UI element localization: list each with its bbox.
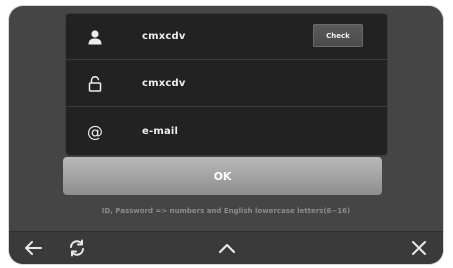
close-icon[interactable] <box>399 232 439 264</box>
email-field[interactable]: e-mail <box>142 126 178 137</box>
navigation-bar <box>9 231 443 264</box>
input-hint: ID, Password => numbers and English lowe… <box>101 207 351 215</box>
ok-button[interactable]: OK <box>63 157 382 195</box>
check-button[interactable]: Check <box>313 24 363 47</box>
user-icon <box>66 14 124 60</box>
id-value[interactable]: cmxcdv <box>142 31 186 42</box>
lock-icon <box>66 61 124 107</box>
id-row[interactable]: cmxcdv Check <box>66 14 387 60</box>
at-sign-icon: @ <box>87 121 103 141</box>
device-screen: cmxcdv Check cmxcdv @ e-mail OK ID, Pass… <box>9 6 443 264</box>
back-arrow-icon[interactable] <box>13 232 53 264</box>
chevron-up-icon[interactable] <box>207 232 247 264</box>
signup-form: cmxcdv Check cmxcdv @ e-mail <box>65 13 388 156</box>
password-value[interactable]: cmxcdv <box>142 78 186 89</box>
email-row[interactable]: @ e-mail <box>66 108 387 154</box>
password-row[interactable]: cmxcdv <box>66 61 387 107</box>
refresh-icon[interactable] <box>57 232 97 264</box>
